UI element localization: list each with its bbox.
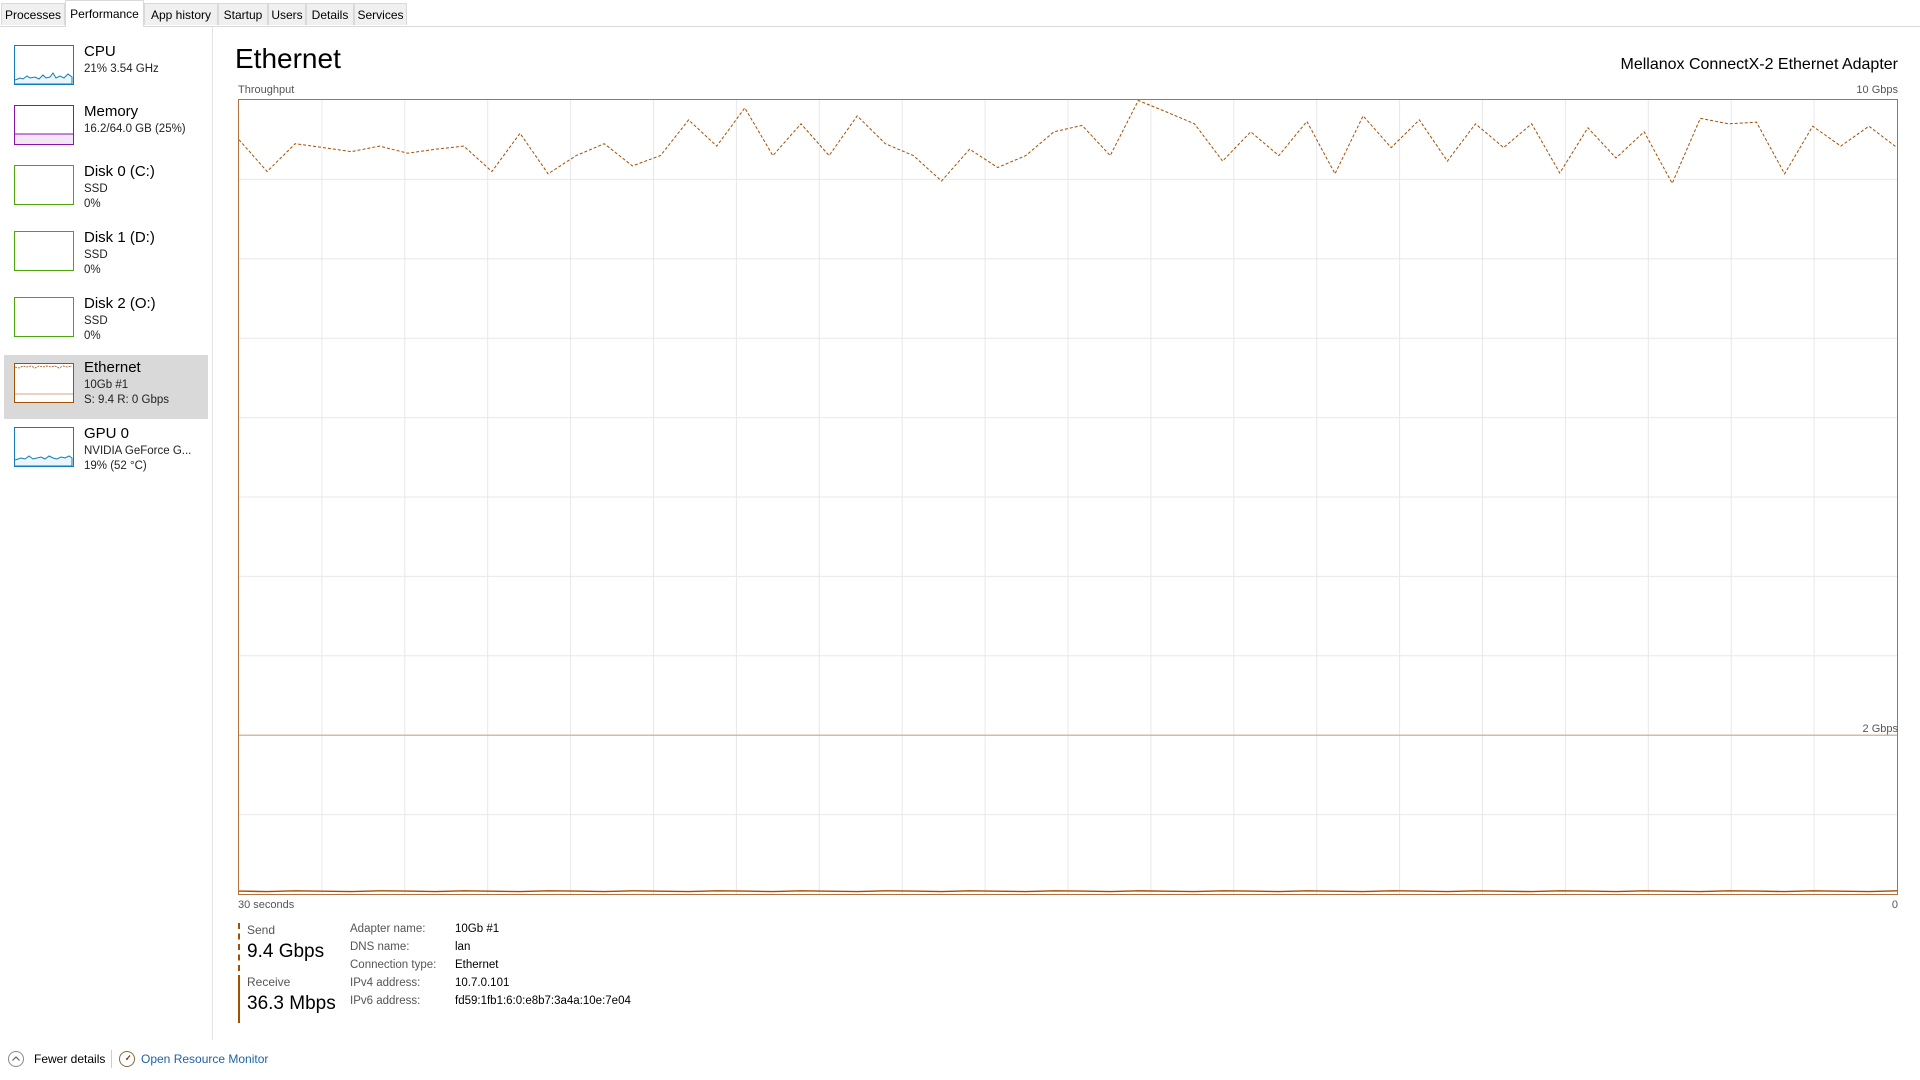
- memory-thumbnail-graph: [14, 105, 74, 145]
- adapter-description: Mellanox ConnectX-2 Ethernet Adapter: [1620, 56, 1899, 73]
- separator: [111, 1050, 112, 1068]
- page-title: Ethernet: [235, 43, 341, 74]
- secondary-scale-label: 2 Gbps: [1862, 723, 1898, 735]
- tab-users[interactable]: Users: [268, 3, 306, 25]
- open-resource-monitor-label: Open Resource Monitor: [141, 1052, 269, 1066]
- ethernet-thumbnail-graph: [14, 363, 74, 403]
- dns-name-value: lan: [455, 941, 471, 953]
- tab-services[interactable]: Services: [354, 3, 407, 25]
- dns-name-key: DNS name:: [350, 941, 410, 953]
- disk-thumbnail-graph: [14, 165, 74, 205]
- cpu-thumbnail-graph: [14, 45, 74, 85]
- sidebar-item-title: Memory: [84, 103, 139, 120]
- bottom-bar: Fewer details Open Resource Monitor: [0, 1040, 1920, 1080]
- sidebar-item-disk-0[interactable]: Disk 0 (C:) SSD 0%: [4, 159, 208, 223]
- max-scale-label: 10 Gbps: [1856, 84, 1898, 96]
- tab-startup[interactable]: Startup: [218, 3, 268, 25]
- sidebar-item-type: SSD: [84, 249, 108, 261]
- sidebar-item-title: GPU 0: [84, 425, 130, 442]
- sidebar-item-gpu-0[interactable]: GPU 0 NVIDIA GeForce G... 19% (52 °C): [4, 421, 208, 485]
- sidebar-item-type: SSD: [84, 183, 108, 195]
- resource-sidebar: CPU 21% 3.54 GHz Memory 16.2/64.0 GB (25…: [0, 27, 213, 1040]
- ethernet-detail-pane: Ethernet Mellanox ConnectX-2 Ethernet Ad…: [213, 27, 1920, 1040]
- sidebar-item-detail: 21% 3.54 GHz: [84, 63, 159, 75]
- ipv6-value: fd59:1fb1:6:0:e8b7:3a4a:10e:7e04: [455, 995, 631, 1007]
- tab-details[interactable]: Details: [306, 3, 354, 25]
- tab-performance[interactable]: Performance: [65, 0, 144, 27]
- sidebar-item-title: Disk 0 (C:): [84, 163, 155, 180]
- sidebar-item-title: Disk 2 (O:): [84, 295, 156, 312]
- sidebar-item-adapter: 10Gb #1: [84, 379, 129, 391]
- ipv4-value: 10.7.0.101: [455, 977, 510, 989]
- sidebar-item-title: CPU: [84, 43, 116, 60]
- sidebar-item-usage: 0%: [84, 264, 101, 276]
- sidebar-item-memory[interactable]: Memory 16.2/64.0 GB (25%): [4, 99, 208, 163]
- sidebar-item-type: SSD: [84, 315, 108, 327]
- throughput-chart-svg: [239, 100, 1897, 894]
- sidebar-item-usage: 0%: [84, 198, 101, 210]
- disk-thumbnail-graph: [14, 231, 74, 271]
- sidebar-item-usage: 19% (52 °C): [84, 460, 147, 472]
- tab-app-history[interactable]: App history: [144, 3, 218, 25]
- sidebar-item-title: Disk 1 (D:): [84, 229, 155, 246]
- ipv6-key: IPv6 address:: [350, 995, 421, 1007]
- connection-type-key: Connection type:: [350, 959, 437, 971]
- receive-value: 36.3 Mbps: [247, 993, 336, 1014]
- sidebar-item-usage: 0%: [84, 330, 101, 342]
- gpu-thumbnail-graph: [14, 427, 74, 467]
- tab-bar: Processes Performance App history Startu…: [0, 0, 1920, 27]
- sidebar-item-disk-1[interactable]: Disk 1 (D:) SSD 0%: [4, 225, 208, 289]
- ipv4-key: IPv4 address:: [350, 977, 421, 989]
- sidebar-item-throughput: S: 9.4 R: 0 Gbps: [84, 394, 170, 406]
- send-label: Send: [247, 923, 276, 937]
- sidebar-item-disk-2[interactable]: Disk 2 (O:) SSD 0%: [4, 291, 208, 355]
- chevron-up-icon: [8, 1051, 24, 1067]
- disk-thumbnail-graph: [14, 297, 74, 337]
- sidebar-item-title: Ethernet: [84, 359, 141, 376]
- receive-series-line: [239, 890, 1897, 893]
- time-span-label: 30 seconds: [238, 899, 295, 911]
- throughput-label: Throughput: [238, 84, 295, 96]
- send-legend-swatch: [238, 923, 240, 971]
- axis-zero-label: 0: [1891, 899, 1898, 911]
- fewer-details-label: Fewer details: [34, 1052, 106, 1066]
- resource-monitor-icon: [119, 1051, 135, 1067]
- receive-label: Receive: [247, 975, 291, 989]
- throughput-chart: [238, 99, 1898, 895]
- send-value: 9.4 Gbps: [247, 941, 325, 962]
- sidebar-item-detail: 16.2/64.0 GB (25%): [84, 123, 186, 135]
- receive-legend-swatch: [238, 975, 240, 1023]
- sidebar-item-model: NVIDIA GeForce G...: [84, 445, 192, 457]
- tab-processes[interactable]: Processes: [1, 3, 65, 25]
- connection-type-value: Ethernet: [455, 959, 499, 971]
- adapter-name-key: Adapter name:: [350, 923, 426, 935]
- sidebar-item-ethernet[interactable]: Ethernet 10Gb #1 S: 9.4 R: 0 Gbps: [4, 355, 208, 419]
- adapter-name-value: 10Gb #1: [455, 923, 500, 935]
- sidebar-item-cpu[interactable]: CPU 21% 3.54 GHz: [4, 39, 208, 103]
